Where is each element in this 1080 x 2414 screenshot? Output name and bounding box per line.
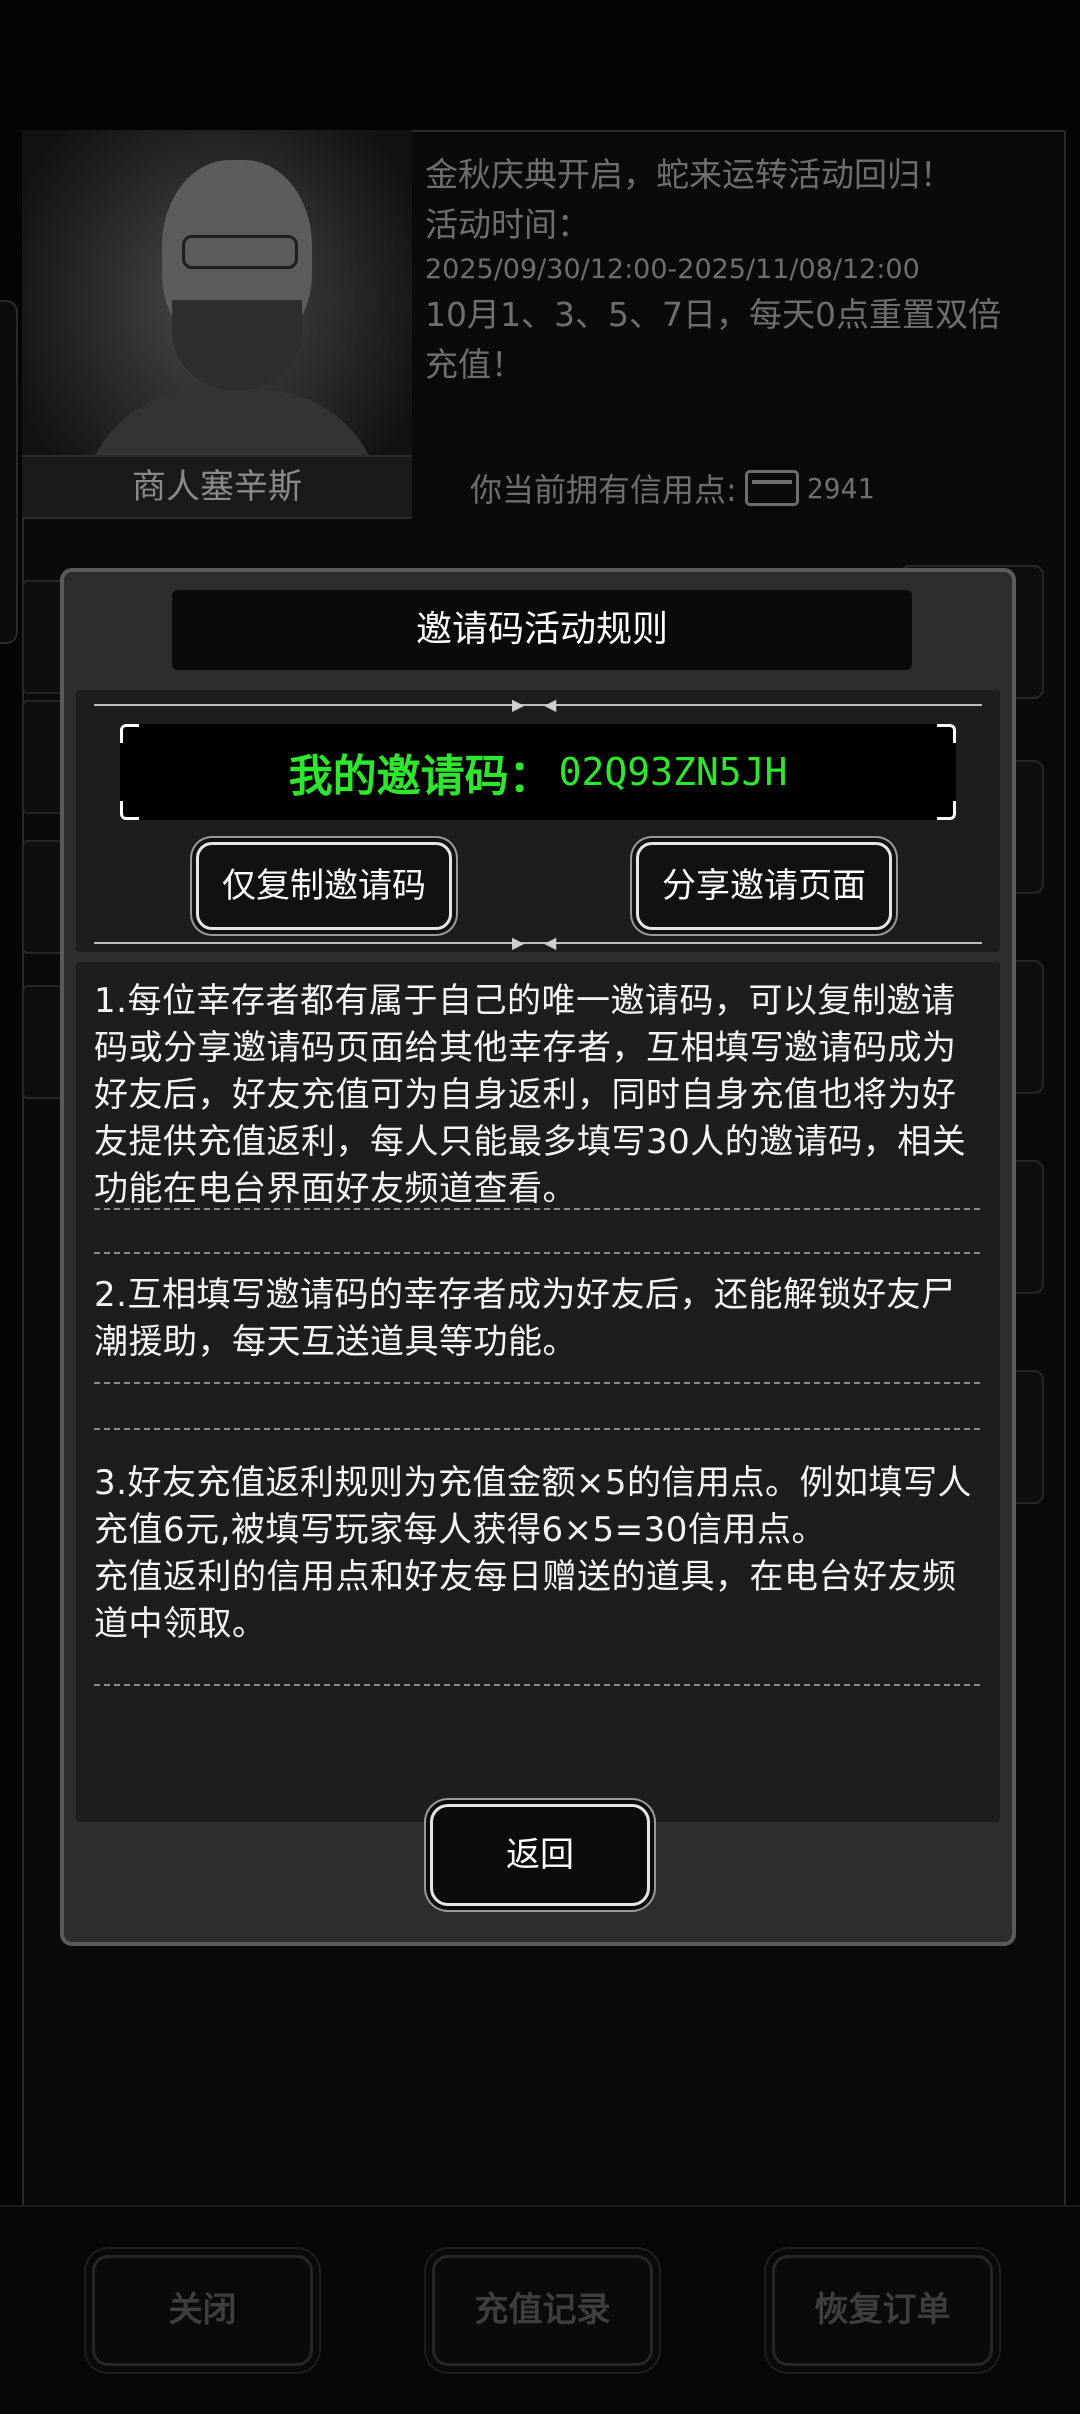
arrow-left-icon: ◀: [544, 695, 557, 714]
rules-area: 1.每位幸存者都有属于自己的唯一邀请码，可以复制邀请码或分享邀请码页面给其他幸存…: [76, 962, 1000, 1822]
close-button[interactable]: 关闭: [92, 2255, 313, 2366]
invite-code-box: 我的邀请码： 02Q93ZN5JH: [120, 724, 956, 820]
share-invite-page-button[interactable]: 分享邀请页面: [636, 842, 892, 930]
recharge-record-button[interactable]: 充值记录: [432, 2255, 653, 2366]
rule-text-1: 1.每位幸存者都有属于自己的唯一邀请码，可以复制邀请码或分享邀请码页面给其他幸存…: [94, 981, 967, 1209]
corner-bracket-icon: [937, 801, 956, 820]
arrow-left-icon: ◀: [544, 933, 557, 952]
rule-item-3: 3.好友充值返利规则为充值金额×5的信用点。例如填写人充值6元,被填写玩家每人获…: [82, 1420, 992, 1698]
announcement-text: 金秋庆典开启，蛇来运转活动回归！ 活动时间： 2025/09/30/12:00-…: [425, 150, 1055, 390]
portrait-beard: [172, 300, 302, 390]
divider-bottom: ▶ ◀: [94, 933, 982, 952]
corner-bracket-icon: [120, 801, 139, 820]
rule-text-4: 充值返利的信用点和好友每日赠送的道具，在电台好友频道中领取。: [94, 1557, 957, 1644]
dashed-divider: [94, 1252, 980, 1254]
dashed-divider: [94, 1684, 980, 1686]
restore-order-button[interactable]: 恢复订单: [772, 2255, 993, 2366]
arrow-right-icon: ▶: [512, 933, 525, 952]
invite-code-label: 我的邀请码：: [288, 751, 553, 802]
invite-rules-modal: 邀请码活动规则 ▶ ◀ 我的邀请码： 02Q93ZN5JH 仅复制邀请码 分享邀…: [60, 568, 1016, 1946]
invite-code-value: 02Q93ZN5JH: [558, 750, 788, 794]
divider-top: ▶ ◀: [94, 695, 982, 714]
announcement-date: 2025/09/30/12:00-2025/11/08/12:00: [425, 254, 920, 285]
back-button[interactable]: 返回: [430, 1804, 650, 1906]
dashed-divider: [94, 1428, 980, 1430]
copy-invite-code-button[interactable]: 仅复制邀请码: [196, 842, 452, 930]
merchant-portrait: [22, 130, 412, 510]
announcement-line4: 充值！: [425, 345, 524, 384]
modal-title: 邀请码活动规则: [172, 590, 912, 670]
rule-item-2: 2.互相填写邀请码的幸存者成为好友后，还能解锁好友尸潮援助，每天互送道具等功能。: [82, 1244, 992, 1394]
corner-bracket-icon: [120, 724, 139, 743]
rule-text-3: 3.好友充值返利规则为充值金额×5的信用点。例如填写人充值6元,被填写玩家每人获…: [94, 1463, 973, 1550]
arrow-right-icon: ▶: [512, 695, 525, 714]
announcement-line2: 活动时间：: [425, 205, 590, 244]
invite-code-section: ▶ ◀ 我的邀请码： 02Q93ZN5JH 仅复制邀请码 分享邀请页面 ▶ ◀: [76, 690, 1000, 952]
credit-display: 你当前拥有信用点: 2941: [470, 465, 874, 511]
rule-item-1: 1.每位幸存者都有属于自己的唯一邀请码，可以复制邀请码或分享邀请码页面给其他幸存…: [82, 972, 992, 1222]
announcement-line1: 金秋庆典开启，蛇来运转活动回归！: [425, 155, 953, 194]
credit-card-icon: [744, 470, 799, 506]
dashed-divider: [94, 1382, 980, 1384]
side-drawer-handle[interactable]: [0, 300, 18, 644]
dashed-divider: [94, 1208, 980, 1210]
credit-label: 你当前拥有信用点:: [470, 471, 737, 509]
credit-value: 2941: [806, 471, 875, 505]
portrait-glasses: [182, 235, 298, 269]
rule-text-2: 2.互相填写邀请码的幸存者成为好友后，还能解锁好友尸潮援助，每天互送道具等功能。: [94, 1275, 956, 1362]
merchant-name: 商人塞辛斯: [22, 455, 412, 519]
announcement-line3: 10月1、3、5、7日，每天0点重置双倍: [425, 295, 1001, 334]
corner-bracket-icon: [937, 724, 956, 743]
